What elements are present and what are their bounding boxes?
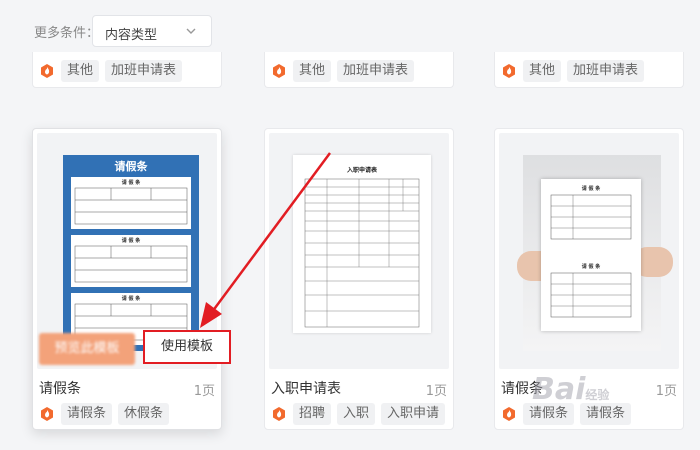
watermark-text: Bai — [532, 372, 586, 407]
watermark-suffix: 经验 — [585, 388, 610, 402]
watermark: Bai经验 — [532, 372, 609, 407]
